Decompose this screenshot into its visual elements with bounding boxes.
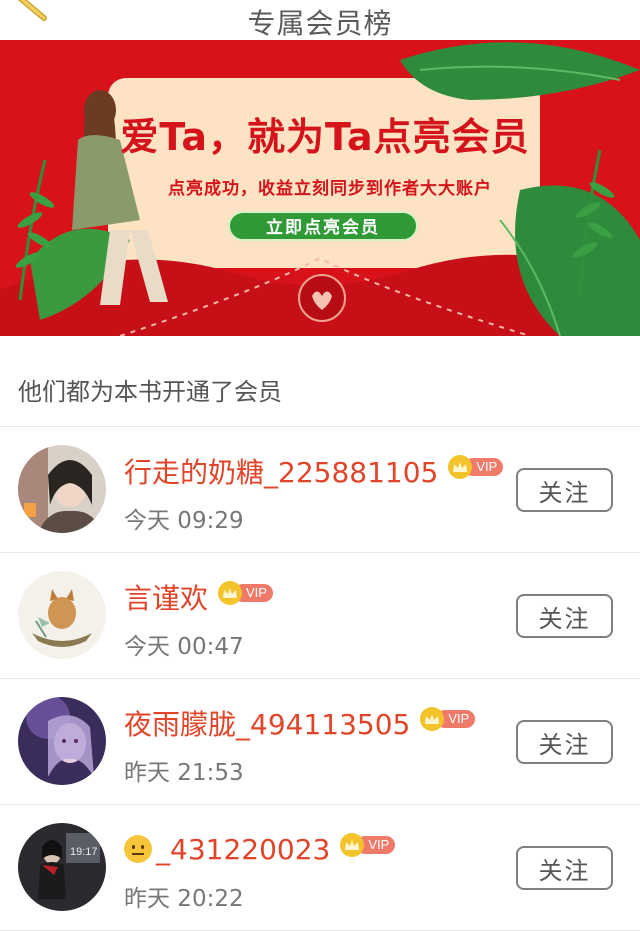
- vip-badge: VIP: [218, 581, 273, 605]
- neutral-face-emoji-icon: [124, 835, 152, 863]
- follow-button[interactable]: 关注: [516, 468, 613, 512]
- member-time: 今天 00:47: [124, 634, 244, 660]
- avatar[interactable]: [18, 445, 106, 533]
- crown-icon: [218, 581, 243, 605]
- member-name[interactable]: _431220023: [156, 833, 330, 866]
- follow-button[interactable]: 关注: [516, 720, 613, 764]
- svg-text:19:17: 19:17: [70, 846, 98, 858]
- member-list: 行走的奶糖_225881105 VIP 今天 09:29 关注 言谨欢 VIP …: [0, 427, 640, 931]
- avatar[interactable]: 19:17: [18, 823, 106, 911]
- member-time: 今天 09:29: [124, 508, 244, 534]
- membership-banner[interactable]: 爱Ta，就为Ta点亮会员 点亮成功，收益立刻同步到作者大大账户 立即点亮会员: [0, 40, 640, 336]
- light-up-membership-button[interactable]: 立即点亮会员: [228, 211, 418, 241]
- banner-headline: 爱Ta，就为Ta点亮会员: [120, 115, 530, 159]
- crown-icon: [420, 707, 445, 731]
- crown-icon: [340, 833, 365, 857]
- member-time: 昨天 20:22: [124, 886, 244, 912]
- member-name[interactable]: 夜雨朦胧_494113505: [124, 703, 410, 743]
- follow-button[interactable]: 关注: [516, 846, 613, 890]
- banner-subtitle: 点亮成功，收益立刻同步到作者大大账户: [168, 179, 492, 199]
- follow-button[interactable]: 关注: [516, 594, 613, 638]
- top-bar: 专属会员榜: [0, 0, 640, 40]
- vip-badge: VIP: [420, 707, 476, 731]
- member-name[interactable]: 行走的奶糖_225881105: [124, 451, 438, 491]
- list-item[interactable]: 言谨欢 VIP 今天 00:47 关注: [0, 553, 640, 679]
- page-title: 专属会员榜: [247, 7, 393, 40]
- list-item[interactable]: 行走的奶糖_225881105 VIP 今天 09:29 关注: [0, 427, 640, 553]
- vip-badge: VIP: [448, 455, 504, 479]
- crown-icon: [448, 455, 473, 479]
- member-time: 昨天 21:53: [124, 760, 244, 786]
- avatar[interactable]: [18, 571, 106, 659]
- member-name[interactable]: 言谨欢: [124, 577, 208, 617]
- list-item[interactable]: 夜雨朦胧_494113505 VIP 昨天 21:53 关注: [0, 679, 640, 805]
- list-item[interactable]: 19:17 _431220023 VIP 昨天 20:22 关注: [0, 805, 640, 931]
- vip-badge: VIP: [340, 833, 396, 857]
- section-title: 他们都为本书开通了会员: [18, 378, 282, 406]
- avatar[interactable]: [18, 697, 106, 785]
